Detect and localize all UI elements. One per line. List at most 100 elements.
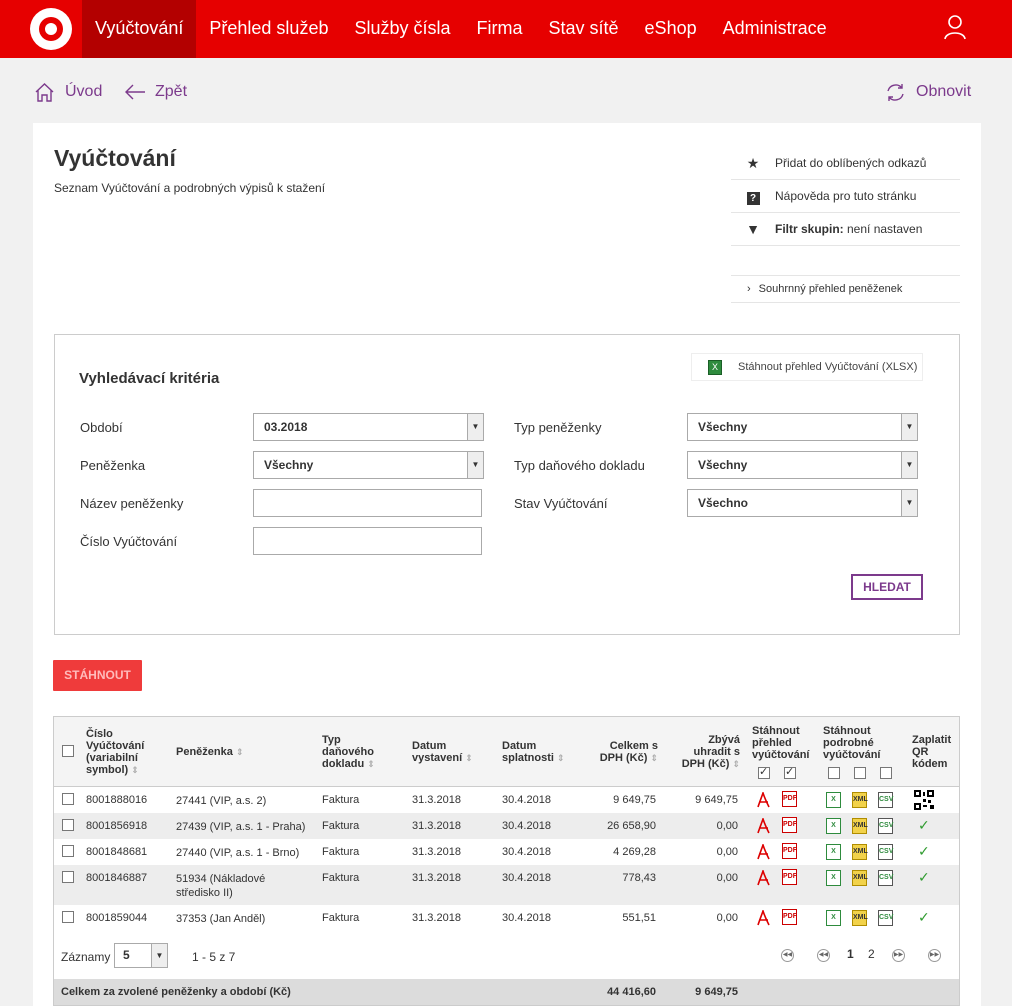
doc-type-label: Typ daňového dokladu: [514, 458, 645, 473]
row-checkbox[interactable]: [62, 819, 74, 831]
records-value: 5: [123, 948, 130, 962]
csv-icon[interactable]: CSV: [878, 910, 893, 926]
download-xlsx-button[interactable]: X Stáhnout přehled Vyúčtování (XLSX): [691, 353, 923, 381]
due-date: 30.4.2018: [502, 872, 551, 884]
nav-item-firma[interactable]: Firma: [464, 0, 536, 58]
doc-type: Faktura: [322, 820, 360, 832]
download-button[interactable]: STÁHNOUT: [53, 660, 142, 691]
bill-state-select[interactable]: Všechno ▼: [687, 489, 918, 517]
excel-icon[interactable]: X: [826, 870, 841, 886]
row-checkbox[interactable]: [62, 871, 74, 883]
nav-item-prehled-sluzeb[interactable]: Přehled služeb: [196, 0, 341, 58]
pdf-document-icon[interactable]: PDF: [782, 791, 797, 807]
row-checkbox[interactable]: [62, 911, 74, 923]
xml-icon[interactable]: XML: [852, 910, 868, 926]
row-checkbox[interactable]: [62, 793, 74, 805]
csv-icon[interactable]: CSV: [878, 844, 893, 860]
group-filter-link[interactable]: ▼ Filtr skupin: není nastaven: [731, 213, 960, 246]
table-row: 8001856918 27439 (VIP, a.s. 1 - Praha) Fak…: [54, 813, 959, 839]
nav-item-eshop[interactable]: eShop: [632, 0, 710, 58]
wallet-name: 27441 (VIP, a.s. 2): [176, 795, 267, 807]
row-checkbox[interactable]: [62, 845, 74, 857]
period-select[interactable]: 03.2018 ▼: [253, 413, 484, 441]
col-wallet[interactable]: Peněženka ⇕: [176, 746, 243, 758]
xml-icon[interactable]: XML: [852, 870, 868, 886]
excel-icon[interactable]: X: [826, 910, 841, 926]
first-page-icon[interactable]: ◀◀: [781, 949, 794, 962]
bill-number[interactable]: 8001856918: [86, 820, 147, 832]
col-doctype[interactable]: Typ daňového dokladu ⇕: [322, 734, 375, 770]
pdf-icon[interactable]: [756, 818, 770, 834]
detail-xls-all-checkbox[interactable]: [828, 767, 840, 779]
col-issued[interactable]: Datum vystavení ⇕: [412, 740, 473, 764]
help-link[interactable]: ? Nápověda pro tuto stránku: [731, 180, 960, 213]
bill-number-label: Číslo Vyúčtování: [80, 534, 178, 549]
table-row: 8001859044 37353 (Jan Anděl) Faktura 31.3.2…: [54, 905, 959, 931]
excel-icon[interactable]: X: [826, 844, 841, 860]
next-page-icon[interactable]: ▶▶: [892, 949, 905, 962]
csv-icon[interactable]: CSV: [878, 818, 893, 834]
bill-number[interactable]: 8001848681: [86, 846, 147, 858]
wallet-select[interactable]: Všechny ▼: [253, 451, 484, 479]
pdf-icon[interactable]: [756, 910, 770, 926]
add-favorite-link[interactable]: ★ Přidat do oblíbených odkazů: [731, 147, 960, 180]
star-icon: ★: [746, 154, 760, 171]
pdf-icon[interactable]: [756, 792, 770, 808]
bill-number[interactable]: 8001859044: [86, 912, 147, 924]
home-link[interactable]: Úvod: [34, 80, 102, 104]
page-2-link[interactable]: 2: [868, 947, 875, 961]
pdf-icon[interactable]: [756, 870, 770, 886]
pdf-document-icon[interactable]: PDF: [782, 817, 797, 833]
nav-item-vyuctovani[interactable]: Vyúčtování: [82, 0, 197, 58]
due-date: 30.4.2018: [502, 846, 551, 858]
qr-code-icon[interactable]: [914, 790, 934, 810]
detail-csv-all-checkbox[interactable]: [880, 767, 892, 779]
wallet-name-input[interactable]: [253, 489, 482, 517]
bill-number-input[interactable]: [253, 527, 482, 555]
pdf-document-icon[interactable]: PDF: [782, 869, 797, 885]
csv-icon[interactable]: CSV: [878, 870, 893, 886]
page-1-link[interactable]: 1: [847, 947, 854, 961]
excel-icon[interactable]: X: [826, 792, 841, 808]
nav-item-sluzby-cisla[interactable]: Služby čísla: [341, 0, 463, 58]
detail-xml-all-checkbox[interactable]: [854, 767, 866, 779]
back-link[interactable]: Zpět: [124, 80, 187, 104]
last-page-icon[interactable]: ▶▶: [928, 949, 941, 962]
chevron-down-icon: ▼: [151, 944, 167, 967]
wallet-label: Peněženka: [80, 458, 146, 473]
back-link-label: Zpět: [155, 83, 188, 100]
col-number[interactable]: Číslo Vyúčtování (variabilní symbol) ⇕: [86, 728, 144, 776]
summary-pdf2-all-checkbox[interactable]: [784, 765, 796, 779]
col-total[interactable]: Celkem s DPH (Kč) ⇕: [592, 740, 658, 764]
doc-type-select[interactable]: Všechny ▼: [687, 451, 918, 479]
table-row: 8001846887 51934 (Nákladové středisko II) F…: [54, 865, 959, 905]
wallet-type-select[interactable]: Všechny ▼: [687, 413, 918, 441]
user-icon[interactable]: [944, 14, 966, 40]
csv-icon[interactable]: CSV: [878, 792, 893, 808]
summary-pdf-all-checkbox[interactable]: [758, 765, 770, 779]
bill-number[interactable]: 8001846887: [86, 872, 147, 884]
refresh-link[interactable]: Obnovit: [885, 80, 971, 104]
col-qr: Zaplatit QR kódem: [912, 734, 952, 770]
nav-item-stav-site[interactable]: Stav sítě: [536, 0, 632, 58]
bill-state-label: Stav Vyúčtování: [514, 496, 608, 511]
excel-icon[interactable]: X: [826, 818, 841, 834]
xml-icon[interactable]: XML: [852, 844, 868, 860]
wallets-overview-link[interactable]: › Souhrnný přehled peněženek: [731, 275, 960, 303]
xml-icon[interactable]: XML: [852, 818, 868, 834]
nav-item-administrace[interactable]: Administrace: [710, 0, 840, 58]
excel-icon: X: [708, 359, 722, 375]
search-button[interactable]: HLEDAT: [851, 574, 923, 600]
previous-page-icon[interactable]: ◀◀: [817, 949, 830, 962]
xml-icon[interactable]: XML: [852, 792, 868, 808]
col-due[interactable]: Datum splatnosti ⇕: [502, 740, 565, 764]
bill-number[interactable]: 8001888016: [86, 794, 147, 806]
col-remaining[interactable]: Zbývá uhradit s DPH (Kč) ⇕: [670, 734, 740, 770]
wallet-value: Všechny: [264, 458, 314, 472]
select-all-checkbox[interactable]: [62, 745, 74, 757]
pdf-icon[interactable]: [756, 844, 770, 860]
pdf-document-icon[interactable]: PDF: [782, 909, 797, 925]
vodafone-logo-icon[interactable]: [30, 8, 72, 50]
pdf-document-icon[interactable]: PDF: [782, 843, 797, 859]
records-select[interactable]: 5 ▼: [114, 943, 168, 968]
